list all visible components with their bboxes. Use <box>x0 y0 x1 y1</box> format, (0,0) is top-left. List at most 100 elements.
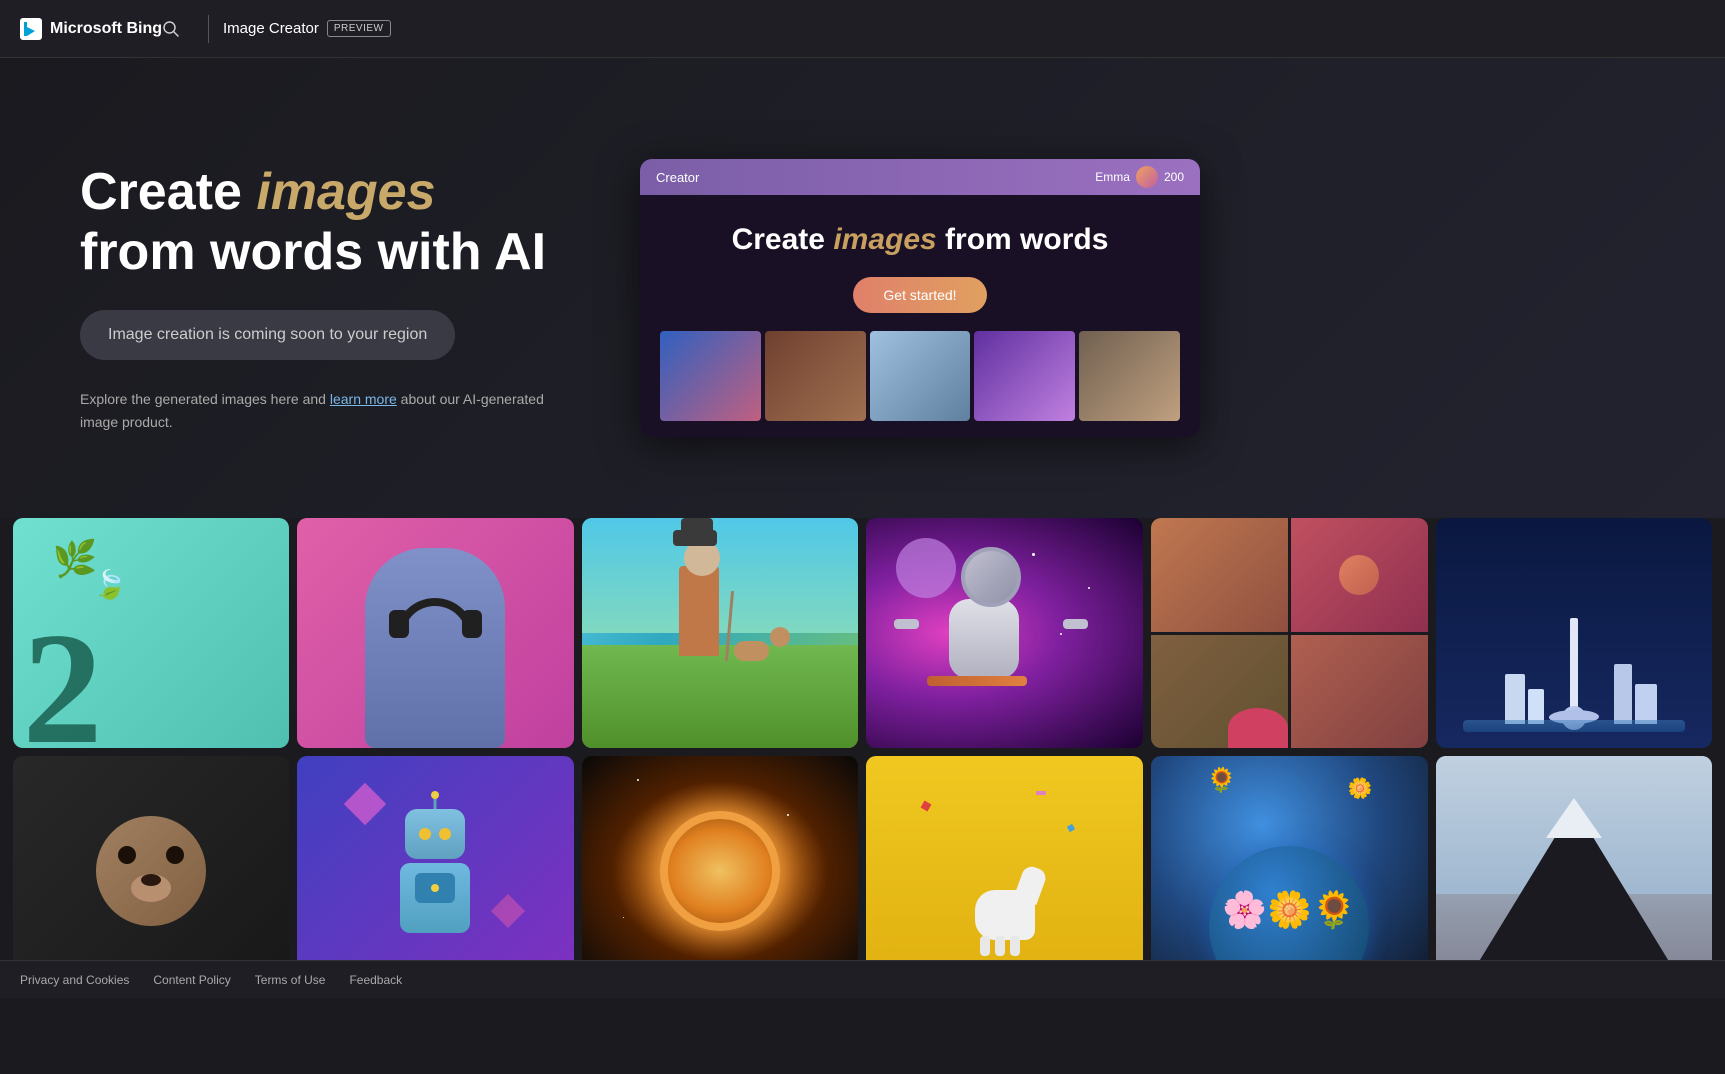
sky <box>582 518 859 633</box>
get-started-button[interactable]: Get started! <box>853 277 986 313</box>
search-button[interactable] <box>162 20 180 38</box>
gallery-item-10[interactable] <box>866 756 1143 986</box>
preview-images-grid <box>660 331 1180 421</box>
city-iso <box>1436 518 1713 748</box>
robot-antenna-tip <box>431 791 439 799</box>
hero-title-part1: Create <box>80 163 256 221</box>
image-creator-label: Image Creator PREVIEW <box>223 20 391 37</box>
portrait-2-inner <box>1291 518 1428 632</box>
star-2 <box>1088 587 1090 589</box>
star-p3 <box>623 917 624 918</box>
portrait-face <box>1339 555 1379 595</box>
hero-title-part2: from words with AI <box>80 223 546 281</box>
gallery-item-4[interactable] <box>866 518 1143 748</box>
snow-cap <box>1546 798 1602 838</box>
leaf-icon: 🌿 <box>53 538 98 580</box>
hero-section: Create images from words with AI Image c… <box>0 58 1725 518</box>
robot-eye-left <box>419 828 431 840</box>
preview-img-3 <box>870 331 971 421</box>
star-p1 <box>637 779 639 781</box>
bldg-r2 <box>1635 684 1657 724</box>
robot-eye-right <box>439 828 451 840</box>
star-p2 <box>787 814 789 816</box>
user-avatar <box>1136 166 1158 188</box>
gallery-item-7[interactable] <box>13 756 290 986</box>
right-buildings <box>1614 664 1657 724</box>
header: Microsoft Bing Image Creator PREVIEW <box>0 0 1725 58</box>
search-icon <box>162 20 180 38</box>
preview-img-2 <box>765 331 866 421</box>
portrait-4 <box>1291 635 1428 749</box>
hero-title-italic: images <box>256 163 435 221</box>
gallery-item-5[interactable] <box>1151 518 1428 748</box>
portrait-2 <box>1291 518 1428 632</box>
preview-window-bar: Creator Emma 200 <box>640 159 1200 195</box>
headphone-left <box>389 610 409 638</box>
preview-title-p1: Create <box>732 223 834 256</box>
gallery-item-3[interactable] <box>582 518 859 748</box>
content-policy-link[interactable]: Content Policy <box>153 973 230 987</box>
preview-title-p2: from words <box>945 223 1108 256</box>
city-buildings-container <box>1436 518 1713 738</box>
privacy-link[interactable]: Privacy and Cookies <box>20 973 129 987</box>
walk-scene <box>582 518 859 748</box>
astro-scene <box>866 518 1143 748</box>
horse-figure <box>965 860 1045 940</box>
preview-window: Creator Emma 200 Create images from word… <box>640 159 1200 437</box>
portrait-3 <box>1151 635 1288 749</box>
flower-top-right: 🌼 <box>1348 776 1373 801</box>
header-divider <box>208 15 209 43</box>
hero-title: Create images from words with AI <box>80 163 560 283</box>
gallery-row-2: 🌸🌼🌻 🌻 🌼 <box>13 756 1713 986</box>
earth-scene: 🌸🌼🌻 🌻 🌼 <box>1151 756 1428 986</box>
gallery-item-2[interactable] <box>297 518 574 748</box>
horse-leg-3 <box>1010 936 1020 956</box>
gallery-item-6[interactable] <box>1436 518 1713 748</box>
dog-head <box>770 627 790 647</box>
terms-link[interactable]: Terms of Use <box>255 973 326 987</box>
mountain-scene <box>1436 756 1713 986</box>
robot-head <box>405 809 465 859</box>
preview-img-4 <box>974 331 1075 421</box>
robot-chest-light <box>431 884 439 892</box>
city-ground <box>1463 720 1684 732</box>
robot-body-main <box>400 863 470 933</box>
tower-pole <box>1570 618 1578 718</box>
preview-window-user: Emma 200 <box>1095 166 1184 188</box>
eye-right <box>166 846 184 864</box>
left-buildings <box>1505 674 1544 724</box>
feedback-footer-link[interactable]: Feedback <box>349 973 402 987</box>
flower-top-left: 🌻 <box>1206 766 1236 795</box>
preview-window-body: Create images from words Get started! <box>640 195 1200 437</box>
statue-container <box>297 518 574 748</box>
nose <box>141 874 161 886</box>
horse-leg-1 <box>980 936 990 956</box>
footer: Privacy and Cookies Content Policy Terms… <box>0 960 1725 998</box>
gallery-item-8[interactable] <box>297 756 574 986</box>
bing-logo[interactable]: Microsoft Bing <box>20 18 162 40</box>
ground <box>582 645 859 749</box>
arm-left <box>894 619 919 629</box>
confetti-3 <box>1036 791 1046 795</box>
gallery-item-12[interactable] <box>1436 756 1713 986</box>
arm-right <box>1063 619 1088 629</box>
coming-soon-button: Image creation is coming soon to your re… <box>80 310 455 360</box>
gallery-item-1[interactable]: 2 🌿 🍃 <box>13 518 290 748</box>
gallery-item-11[interactable]: 🌸🌼🌻 🌻 🌼 <box>1151 756 1428 986</box>
portrait-1 <box>1151 518 1288 632</box>
robot-scene <box>297 756 574 986</box>
gallery-item-1-inner: 2 🌿 🍃 <box>13 518 290 748</box>
portal-scene <box>582 756 859 986</box>
statue-body <box>365 548 505 748</box>
confetti-1 <box>920 801 931 812</box>
diamond-left <box>344 783 386 825</box>
skateboard <box>927 676 1027 686</box>
learn-more-link[interactable]: learn more <box>330 391 397 407</box>
horse-scene <box>866 756 1143 986</box>
astro-helmet <box>961 547 1021 607</box>
app-title: Image Creator <box>223 20 319 37</box>
gallery-item-9[interactable] <box>582 756 859 986</box>
portal-ring <box>660 811 780 931</box>
pug-face <box>96 816 206 926</box>
eye-left <box>118 846 136 864</box>
